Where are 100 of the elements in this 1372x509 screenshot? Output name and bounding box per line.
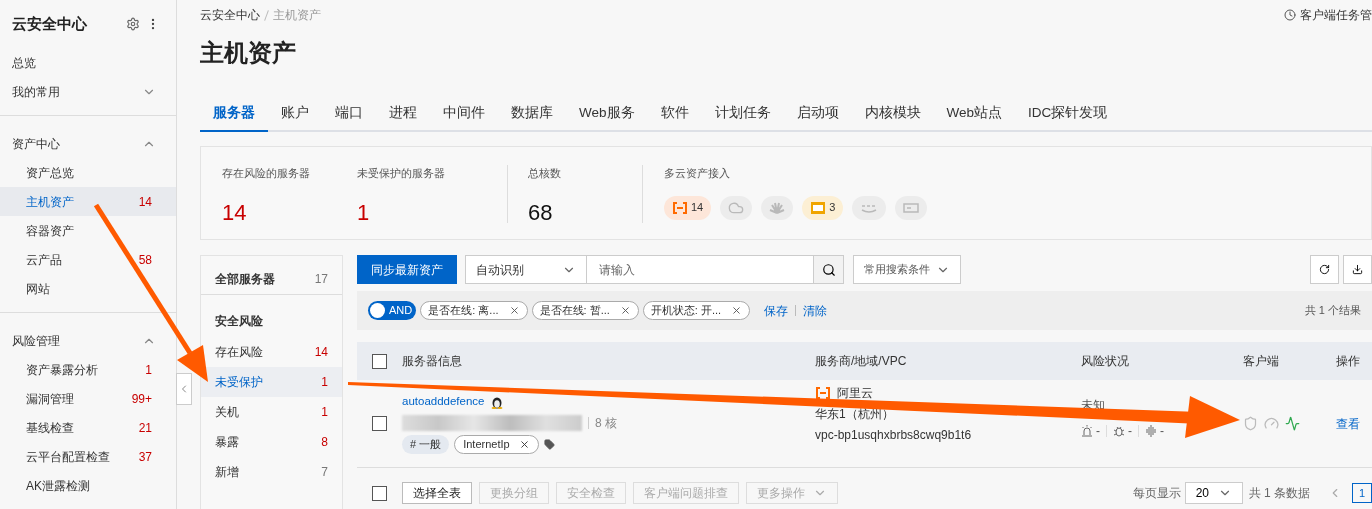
search-button[interactable] (814, 255, 844, 284)
filter-item[interactable]: 暴露 8 (201, 427, 342, 457)
collapse-handle[interactable] (176, 373, 192, 405)
provider-badge[interactable]: 14 (664, 195, 712, 220)
breadcrumb-current: 主机资产 (273, 7, 321, 24)
stat-label: 未受保护的服务器 (357, 166, 446, 181)
count: 7 (321, 464, 328, 481)
sidebar-item[interactable]: 我的常用 (0, 77, 176, 106)
refresh-button[interactable] (1310, 255, 1339, 284)
risk-count: - (1096, 422, 1100, 440)
tab[interactable]: Web服务 (566, 96, 648, 132)
logic-toggle[interactable]: AND (368, 301, 417, 320)
filter-item[interactable]: 存在风险 14 (201, 337, 342, 367)
close-icon[interactable] (508, 305, 520, 316)
close-icon[interactable] (731, 305, 743, 316)
tab[interactable]: Web站点 (933, 96, 1016, 132)
search-field[interactable]: 请输入 (587, 255, 814, 284)
action-button[interactable]: 选择全表 (402, 482, 472, 504)
save-link[interactable]: 保存 (764, 301, 789, 320)
sidebar-item[interactable]: 漏洞管理 99+ (0, 384, 176, 413)
column-header: 风险状况 (1081, 353, 1130, 370)
risk-count: - (1160, 422, 1164, 440)
tag-chip[interactable]: InternetIp (454, 434, 539, 454)
close-icon[interactable] (518, 438, 530, 450)
stat-label: 总核数 (528, 166, 562, 181)
stat-value: 1 (357, 198, 371, 227)
tab[interactable]: 软件 (647, 96, 702, 132)
filter-item[interactable]: 全部服务器 17 (201, 263, 342, 295)
sidebar-item[interactable]: 风险管理 (0, 326, 176, 355)
tab[interactable]: 启动项 (783, 96, 852, 132)
sidebar-title: 云安全中心 (12, 13, 88, 34)
tag-icon[interactable] (543, 438, 555, 450)
tab[interactable]: 中间件 (430, 96, 498, 132)
tab[interactable]: 计划任务 (701, 96, 784, 132)
tab[interactable]: 内核模块 (851, 96, 934, 132)
close-icon[interactable] (619, 305, 631, 316)
sidebar-item[interactable]: AK泄露检测 (0, 471, 176, 500)
filter-chip[interactable]: 开机状态: 开... (642, 301, 751, 320)
tab[interactable]: 进程 (376, 96, 430, 132)
page-title: 主机资产 (200, 38, 297, 68)
provider-name: 阿里云 (837, 384, 873, 402)
count: 1 (321, 404, 328, 421)
sidebar-item[interactable]: 云产品 58 (0, 245, 176, 274)
sidebar-item[interactable]: 资产中心 (0, 129, 176, 158)
column-header: 服务器信息 (402, 353, 463, 370)
search-icon (821, 262, 836, 277)
saved-search-select[interactable]: 常用搜索条件 (853, 255, 961, 284)
penguin-icon (490, 395, 503, 409)
bracket-logo-icon (815, 386, 831, 399)
result-count: 共 1 个结果 (1304, 303, 1361, 319)
count: 99+ (131, 390, 152, 408)
sidebar-item[interactable]: 主机资产 14 (0, 187, 176, 216)
server-name-link[interactable]: autoadddefence (402, 393, 485, 411)
view-link[interactable]: 查看 (1336, 414, 1372, 433)
tab[interactable]: 数据库 (498, 96, 566, 132)
page-size-label: 每页显示 (1132, 485, 1181, 502)
vpc-text: vpc-bp1usqhxbrbs8cwq9b1t6 (815, 426, 973, 444)
count: 1 (321, 374, 328, 391)
filter-item[interactable]: 关机 1 (201, 397, 342, 427)
filter-item[interactable]: 未受保护 1 (201, 367, 342, 397)
download-button[interactable] (1343, 255, 1372, 284)
clear-link[interactable]: 清除 (803, 301, 828, 320)
checkbox[interactable] (372, 353, 387, 369)
server-box-icon (810, 200, 827, 215)
sync-assets-button[interactable]: 同步最新资产 (357, 255, 457, 284)
settings-icon[interactable] (126, 17, 140, 31)
column-header: 客户端 (1243, 353, 1280, 370)
stat-value: 14 (222, 198, 248, 227)
count: 17 (314, 270, 328, 288)
tab[interactable]: 服务器 (200, 96, 268, 132)
tag-chip[interactable]: # 一般 (402, 434, 450, 454)
sidebar-item[interactable]: 网站 (0, 274, 176, 303)
column-header: 服务商/地域/VPC (815, 353, 908, 370)
tab[interactable]: 端口 (322, 96, 376, 132)
count: 14 (314, 344, 328, 361)
risk-count: - (1128, 422, 1132, 440)
sidebar-item[interactable]: 基线检查 21 (0, 413, 176, 442)
filter-item[interactable]: 新增 7 (201, 457, 342, 487)
breadcrumb-link[interactable]: 云安全中心 (200, 6, 260, 24)
count: 37 (138, 448, 152, 466)
stat-label: 存在风险的服务器 (222, 166, 311, 181)
page-button[interactable]: 1 (1352, 483, 1372, 503)
page-size-select[interactable]: 20 (1184, 482, 1243, 504)
sidebar-item[interactable]: 资产总览 (0, 158, 176, 187)
device-icon (903, 201, 920, 214)
checkbox[interactable] (372, 485, 387, 501)
filter-chip[interactable]: 是否在线: 离... (420, 301, 528, 320)
sidebar-item[interactable]: 云平台配置检查 37 (0, 442, 176, 471)
mode-select[interactable]: 自动识别 (465, 255, 587, 284)
sidebar-item[interactable]: 容器资产 (0, 216, 176, 245)
sidebar-item[interactable]: 资产暴露分析 1 (0, 355, 176, 384)
sidebar-item[interactable]: 总览 (0, 48, 176, 77)
provider-badge[interactable]: 3 (802, 195, 844, 220)
count: 14 (138, 193, 152, 211)
filter-chip[interactable]: 是否在线: 暂... (531, 301, 639, 320)
checkbox[interactable] (372, 416, 387, 431)
cores-text: 8 核 (595, 414, 617, 432)
task-link[interactable]: 客户端任务管 (1300, 6, 1372, 24)
tab[interactable]: IDC探针发现 (1015, 96, 1121, 132)
tab[interactable]: 账户 (268, 96, 322, 132)
